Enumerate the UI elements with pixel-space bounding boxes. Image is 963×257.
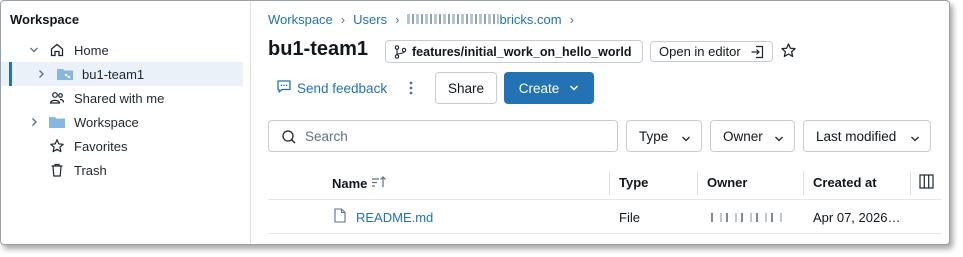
create-button-label: Create [518, 80, 560, 96]
last-modified-filter-label: Last modified [816, 128, 897, 144]
column-divider[interactable] [697, 171, 698, 195]
column-header-name[interactable]: Name [332, 175, 387, 192]
redacted-owner-name [707, 213, 785, 222]
create-button[interactable]: Create [504, 72, 594, 104]
column-header-owner[interactable]: Owner [707, 175, 747, 190]
sidebar-item-favorites[interactable]: Favorites [1, 134, 243, 158]
owner-filter-label: Owner [723, 128, 763, 144]
redacted-user-name [407, 14, 500, 24]
trash-icon [48, 161, 66, 179]
sidebar-title: Workspace [10, 12, 80, 27]
column-header-type[interactable]: Type [619, 175, 648, 190]
type-filter-label: Type [639, 128, 669, 144]
chevron-down-icon [681, 132, 691, 147]
sidebar-item-trash[interactable]: Trash [1, 158, 243, 182]
workspace-window: Workspace Home bu1-team1 Shared with me [0, 0, 950, 245]
columns-settings-icon[interactable] [919, 174, 934, 194]
column-divider[interactable] [910, 171, 911, 195]
file-type: File [619, 210, 640, 225]
breadcrumb-workspace[interactable]: Workspace [268, 12, 333, 27]
search-icon [281, 129, 297, 148]
send-feedback-label: Send feedback [297, 80, 388, 96]
chevron-right-icon[interactable] [35, 68, 47, 80]
sidebar: Workspace Home bu1-team1 Shared with me [1, 1, 251, 244]
column-name-label: Name [332, 176, 368, 191]
breadcrumb-separator: › [569, 12, 574, 27]
breadcrumb: Workspace › Users › bricks.com › [268, 12, 574, 27]
owner-filter[interactable]: Owner [710, 120, 795, 152]
send-feedback-link[interactable]: Send feedback [276, 79, 387, 97]
folder-icon [48, 113, 66, 131]
table-row-divider [268, 233, 941, 234]
sidebar-item-label: Shared with me [74, 90, 165, 106]
file-name-link[interactable]: README.md [356, 210, 433, 225]
owner-cell [707, 210, 785, 225]
star-icon [48, 137, 66, 155]
share-button[interactable]: Share [435, 72, 497, 104]
breadcrumb-separator: › [340, 12, 346, 27]
feedback-icon [276, 79, 292, 97]
repo-folder-icon [56, 65, 74, 83]
open-in-editor-label: Open in editor [659, 44, 741, 59]
breadcrumb-users[interactable]: Users [353, 12, 387, 27]
created-at: Apr 07, 2026… [813, 210, 901, 225]
breadcrumb-user-domain: bricks.com [499, 12, 562, 27]
users-icon [48, 89, 66, 107]
search-input[interactable]: Search [268, 120, 618, 152]
chevron-down-icon[interactable] [28, 44, 40, 56]
main-content: Workspace › Users › bricks.com › bu1-tea… [252, 1, 949, 244]
favorite-star-icon[interactable] [780, 42, 797, 64]
search-placeholder: Search [305, 128, 348, 144]
sidebar-item-workspace[interactable]: Workspace [1, 110, 243, 134]
last-modified-filter[interactable]: Last modified [803, 120, 931, 152]
more-options-icon[interactable] [408, 80, 414, 101]
sidebar-item-bu1-team1[interactable]: bu1-team1 [1, 62, 243, 86]
sidebar-item-label: Favorites [74, 138, 128, 154]
column-header-created-at[interactable]: Created at [813, 175, 877, 190]
open-in-editor-button[interactable]: Open in editor [650, 41, 773, 62]
open-external-icon [750, 45, 764, 62]
column-divider[interactable] [803, 171, 804, 195]
chevron-down-icon [910, 132, 920, 147]
sidebar-item-label: Home [74, 42, 109, 58]
type-filter[interactable]: Type [626, 120, 702, 152]
chevron-down-icon [774, 132, 784, 147]
sidebar-item-home[interactable]: Home [1, 38, 243, 62]
table-header-divider [268, 199, 941, 200]
sidebar-item-label: bu1-team1 [82, 66, 145, 82]
file-icon [334, 208, 346, 226]
breadcrumb-user[interactable]: bricks.com [407, 12, 562, 27]
column-divider[interactable] [609, 171, 610, 195]
branch-selector[interactable]: features/initial_work_on_hello_world [385, 40, 643, 63]
breadcrumb-separator: › [395, 12, 400, 27]
sidebar-item-label: Trash [74, 162, 107, 178]
home-icon [48, 41, 66, 59]
page-title: bu1-team1 [268, 38, 369, 60]
sort-ascending-icon[interactable] [371, 175, 387, 192]
sidebar-item-shared-with-me[interactable]: Shared with me [1, 86, 243, 110]
git-branch-icon [394, 45, 407, 62]
branch-name: features/initial_work_on_hello_world [412, 44, 632, 59]
chevron-right-icon[interactable] [28, 116, 40, 128]
sidebar-item-label: Workspace [74, 114, 139, 130]
chevron-down-icon [569, 81, 579, 96]
